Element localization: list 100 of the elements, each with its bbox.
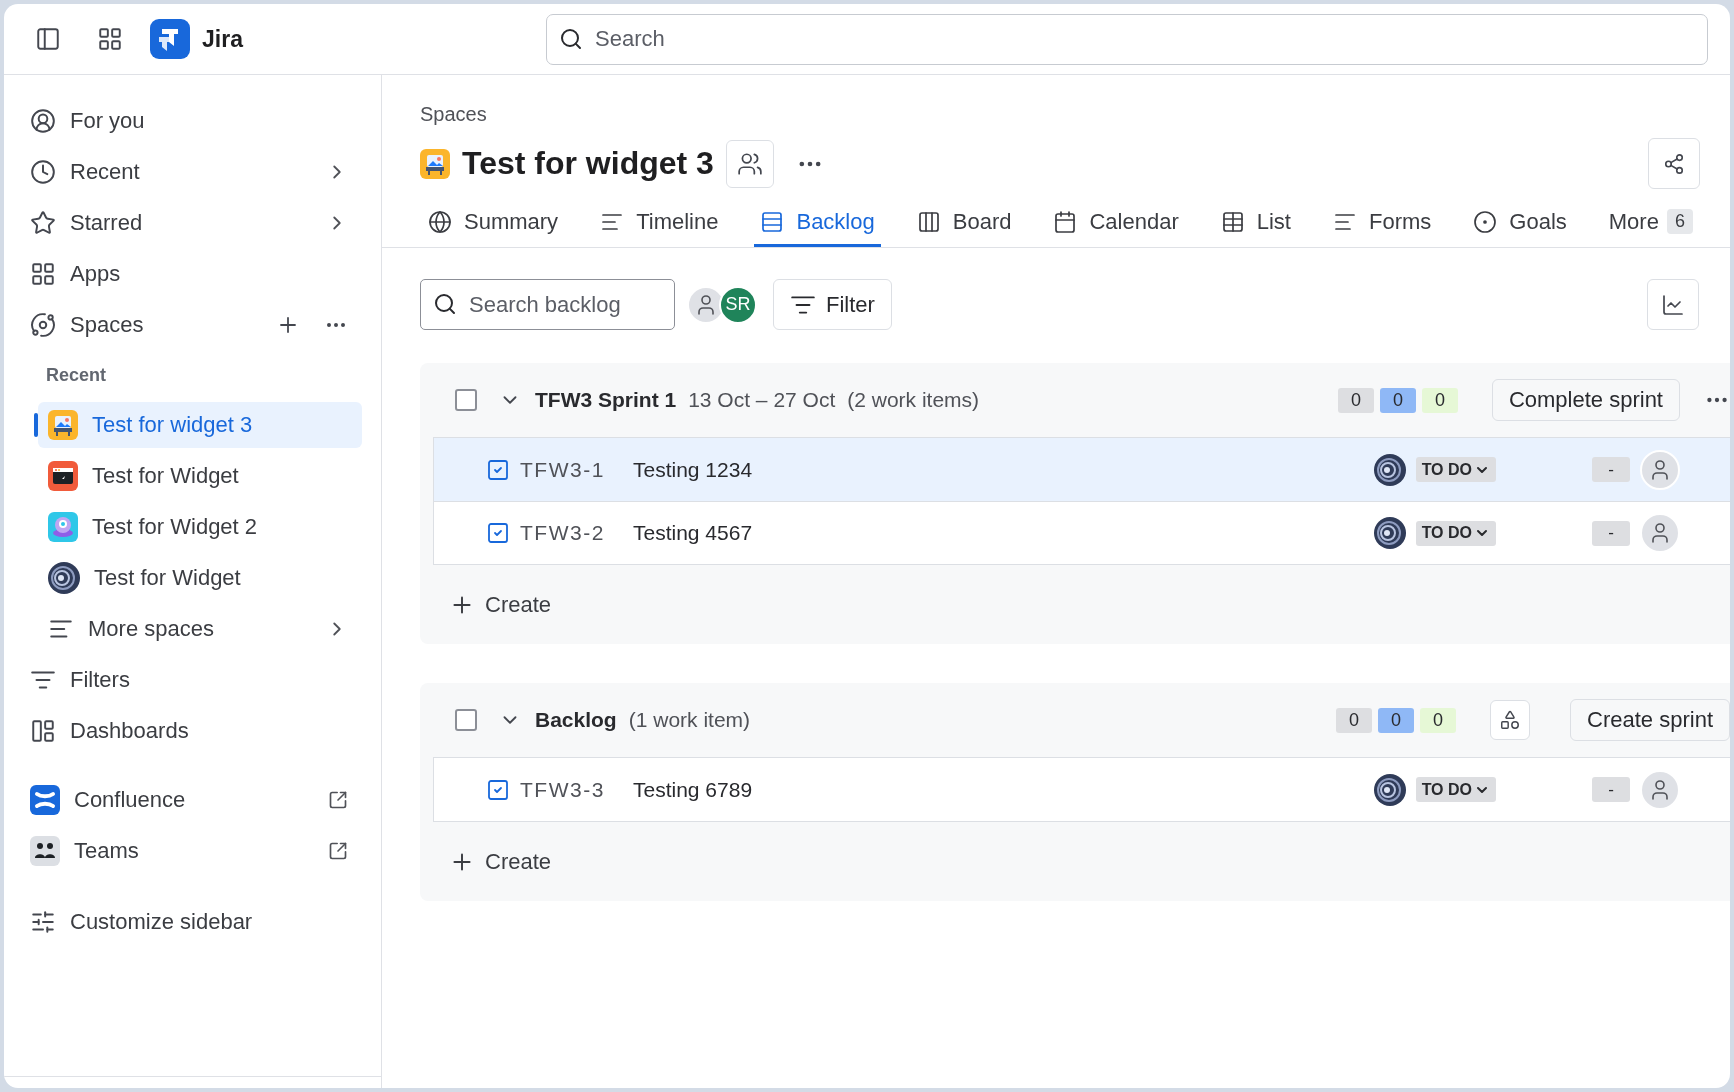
status-dropdown[interactable]: TO DO — [1415, 777, 1496, 802]
work-item-key[interactable]: TFW3-1 — [520, 457, 633, 482]
confluence-logo — [30, 785, 60, 815]
board-icon — [916, 209, 941, 234]
space-avatar — [1373, 453, 1406, 486]
tab[interactable]: Summary — [422, 199, 565, 247]
search-icon — [559, 26, 583, 51]
page-title: Test for widget 3 — [462, 145, 714, 182]
sidebar-item[interactable]: Filters — [26, 657, 362, 703]
sidebar-item[interactable]: Starred — [26, 200, 362, 246]
target-icon — [1473, 209, 1498, 234]
sprint-name: TFW3 Sprint 1 — [535, 388, 677, 412]
star-icon — [30, 210, 56, 236]
create-sprint-button[interactable]: Create sprint — [1570, 699, 1730, 741]
space-avatar — [48, 512, 78, 542]
clock-icon — [30, 159, 56, 185]
apps-icon — [30, 261, 56, 287]
work-item-summary: Testing 6789 — [633, 777, 753, 802]
share-icon — [1663, 152, 1685, 175]
space-avatar — [48, 410, 78, 440]
complete-sprint-button[interactable]: Complete sprint — [1491, 379, 1680, 421]
shapes-button[interactable] — [1490, 700, 1531, 740]
tab[interactable]: List — [1214, 199, 1297, 247]
search-field[interactable]: Search backlog — [420, 279, 675, 330]
sidebar-item[interactable]: Apps — [26, 251, 362, 297]
shapes-icon — [1499, 709, 1522, 731]
sidebar-item[interactable]: Customize sidebar — [26, 899, 362, 945]
sidebar-item[interactable]: Teams — [26, 828, 362, 874]
tab[interactable]: Board — [910, 199, 1018, 247]
status-dropdown[interactable]: TO DO — [1415, 457, 1496, 482]
work-item-key[interactable]: TFW3-2 — [520, 521, 633, 545]
tab[interactable]: More 6 — [1602, 199, 1699, 247]
grid-icon — [97, 26, 123, 52]
table-icon — [1220, 209, 1245, 234]
search-icon — [433, 292, 457, 316]
more-spaces-item[interactable]: More spaces — [38, 606, 362, 652]
count-badge: 0 — [1337, 387, 1374, 413]
filter-button[interactable]: Filter — [773, 279, 892, 330]
tab[interactable]: Forms — [1327, 199, 1438, 247]
task-icon — [486, 777, 510, 802]
sidebar-icon — [35, 26, 61, 52]
tab[interactable]: Timeline — [594, 199, 725, 247]
space-avatar — [420, 148, 450, 179]
estimate-badge: - — [1592, 777, 1630, 802]
space-item[interactable]: Test for Widget — [38, 453, 362, 499]
work-item-summary: Testing 1234 — [633, 457, 753, 482]
chart-button[interactable] — [1647, 279, 1699, 330]
task-icon — [486, 457, 510, 482]
work-item-key[interactable]: TFW3-3 — [520, 777, 633, 802]
space-item[interactable]: Test for Widget 2 — [38, 504, 362, 550]
sidebar-item[interactable]: Spaces — [26, 302, 362, 348]
count-badge: 0 — [1421, 387, 1458, 413]
section-heading: Recent — [46, 365, 108, 386]
sprint-name: Backlog — [535, 708, 617, 732]
people-icon — [736, 150, 763, 177]
tab[interactable]: Backlog — [754, 199, 881, 247]
create-button[interactable]: Create — [449, 565, 552, 644]
sprint-dates: 13 Oct – 27 Oct — [688, 388, 836, 412]
work-item-summary: Testing 4567 — [633, 521, 753, 545]
calendar-icon — [1053, 209, 1078, 234]
item-count: (1 work item) — [628, 708, 751, 732]
count-badge: 0 — [1336, 707, 1373, 733]
work-item-row[interactable]: TFW3-1 Testing 1234 TO DO - — [434, 438, 1730, 501]
space-avatar — [48, 461, 78, 491]
product-name[interactable]: Jira — [202, 25, 243, 53]
list-icon — [760, 209, 785, 234]
sidebar-item[interactable]: For you — [26, 98, 362, 144]
space-avatar — [1373, 517, 1406, 549]
share-button[interactable] — [1648, 138, 1700, 189]
space-item[interactable]: Test for Widget — [38, 555, 362, 601]
chart-icon — [1661, 292, 1685, 317]
teams-icon — [30, 836, 60, 866]
estimate-badge: - — [1592, 457, 1630, 482]
sidebar-item[interactable]: Confluence — [26, 777, 362, 823]
item-count: (2 work items) — [847, 388, 980, 412]
sliders-icon — [30, 909, 56, 935]
count-badge: 0 — [1378, 707, 1415, 733]
sidebar-item[interactable]: Recent — [26, 149, 362, 195]
status-dropdown[interactable]: TO DO — [1415, 520, 1496, 546]
breadcrumb[interactable]: Spaces — [420, 103, 487, 125]
jira-logo[interactable] — [150, 19, 190, 59]
person-icon — [30, 108, 56, 134]
checkbox[interactable] — [455, 389, 477, 411]
checkbox[interactable] — [455, 709, 477, 731]
tab[interactable]: Goals — [1467, 199, 1573, 247]
sidebar-item[interactable]: Dashboards — [26, 708, 362, 754]
search-field[interactable]: Search — [546, 13, 1708, 65]
tab[interactable]: Calendar — [1047, 199, 1185, 247]
estimate-badge: - — [1592, 520, 1630, 546]
create-button[interactable]: Create — [449, 822, 552, 901]
space-avatar — [48, 562, 80, 594]
user-avatar[interactable]: SR — [719, 285, 757, 324]
space-avatar — [1373, 773, 1406, 806]
people-button[interactable] — [725, 139, 774, 188]
globe-icon — [428, 209, 452, 234]
count-badge: 0 — [1420, 707, 1457, 733]
count-badge: 0 — [1379, 387, 1416, 413]
count-badge: 6 — [1666, 209, 1693, 234]
dashboard-icon — [30, 718, 56, 744]
task-icon — [486, 521, 510, 545]
